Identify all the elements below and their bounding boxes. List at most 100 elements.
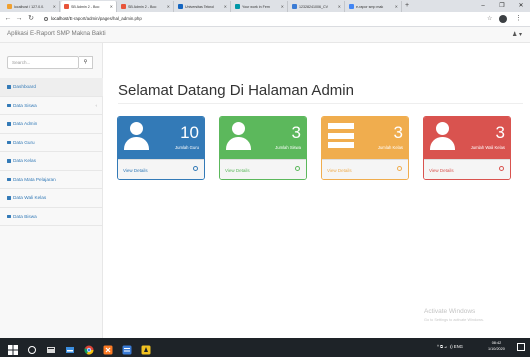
sublime-text-icon[interactable] bbox=[122, 342, 132, 355]
tab-close-icon[interactable]: ✕ bbox=[395, 4, 398, 9]
back-icon[interactable]: ← bbox=[3, 14, 13, 24]
arrow-circle-right-icon bbox=[499, 166, 504, 171]
list-icon bbox=[328, 123, 354, 152]
sidebar-item-label: Data Biswa bbox=[13, 213, 37, 219]
tab-title: localhost / 127.0.0. bbox=[14, 4, 45, 9]
tab-favicon-icon bbox=[235, 4, 240, 9]
users-icon bbox=[7, 122, 11, 126]
sidebar-item-label: Data Mata Pelajaran bbox=[13, 176, 56, 182]
browser-tab[interactable]: 12328241006_CV ✕ bbox=[289, 1, 345, 12]
tab-title: e-rapor smp mak bbox=[356, 4, 384, 9]
system-tray[interactable]: ^ ⧉ ⊿ ◁) ENG bbox=[437, 344, 463, 349]
browser-menu-icon[interactable]: ⋮ bbox=[515, 14, 522, 22]
tab-close-icon[interactable]: ✕ bbox=[110, 4, 113, 9]
tab-favicon-icon bbox=[121, 4, 126, 9]
close-window-button[interactable]: ✕ bbox=[512, 0, 530, 12]
stat-panel-heading: 10 Jumlah Guru bbox=[118, 117, 204, 159]
sidebar-item[interactable]: Data Biswa bbox=[0, 208, 103, 226]
sidebar-item[interactable]: Data Guru bbox=[0, 134, 103, 152]
search-icon[interactable] bbox=[27, 342, 37, 354]
new-tab-button[interactable]: + bbox=[405, 1, 409, 11]
user-menu-icon[interactable]: ♟ ▾ bbox=[512, 31, 522, 38]
users-icon bbox=[7, 140, 11, 144]
sidebar-item-label: Dashboard bbox=[13, 84, 36, 90]
browser-tab[interactable]: SB Admin 2 - Boo ✕ bbox=[118, 1, 174, 12]
tab-close-icon[interactable]: ✕ bbox=[338, 4, 341, 9]
tab-close-icon[interactable]: ✕ bbox=[281, 4, 284, 9]
reload-icon[interactable]: ↻ bbox=[26, 14, 36, 24]
task-view-icon[interactable] bbox=[46, 342, 56, 353]
sidebar: Search... ⚲ Dashboard Data Siswa ‹ Data Adm… bbox=[0, 43, 103, 338]
sidebar-item[interactable]: Data Wali Kelas bbox=[0, 189, 103, 208]
activate-windows-watermark: Activate Windows bbox=[424, 308, 476, 315]
tab-close-icon[interactable]: ✕ bbox=[167, 4, 170, 9]
tab-favicon-icon bbox=[178, 4, 183, 9]
title-divider bbox=[118, 103, 523, 104]
chrome-icon[interactable] bbox=[84, 342, 94, 355]
browser-toolbar: ← → ↻ localhost/E-raport/admin/pages/hal… bbox=[0, 12, 530, 27]
sidebar-item[interactable]: Data Admin bbox=[0, 115, 103, 134]
notification-icon[interactable] bbox=[517, 343, 525, 351]
windows-start-icon[interactable] bbox=[8, 342, 18, 355]
view-details-link[interactable]: View Details bbox=[220, 159, 306, 179]
browser-tab[interactable]: Your work in Fem ✕ bbox=[232, 1, 288, 12]
browser-tab[interactable]: SB Admin 2 - Boo ✕ bbox=[61, 1, 117, 12]
tab-title: 12328241006_CV bbox=[299, 4, 328, 9]
stat-label: Jumlah Kelas bbox=[377, 145, 403, 150]
sidebar-item-label: Data Guru bbox=[13, 139, 35, 145]
browser-tab[interactable]: Universitas Teknol ✕ bbox=[175, 1, 231, 12]
sidebar-item-label: Data Kelas bbox=[13, 158, 36, 164]
url-path: /E-raport/admin/pages/hal_admin.php bbox=[68, 16, 142, 21]
arrow-circle-right-icon bbox=[193, 166, 198, 171]
profile-avatar[interactable] bbox=[499, 15, 507, 23]
sidebar-nav: Dashboard Data Siswa ‹ Data Admin Data Guru D… bbox=[0, 78, 103, 226]
stat-count: 3 bbox=[393, 123, 403, 142]
stat-label: Jumlah Guru bbox=[175, 145, 199, 150]
site-info-icon[interactable] bbox=[44, 16, 48, 21]
browser-tab[interactable]: localhost / 127.0.0. ✕ bbox=[4, 1, 60, 12]
stat-panel: 10 Jumlah Guru View Details bbox=[117, 116, 205, 180]
sidebar-search-input[interactable]: Search... bbox=[7, 56, 79, 69]
sidebar-item[interactable]: Data Siswa ‹ bbox=[0, 97, 103, 115]
tab-close-icon[interactable]: ✕ bbox=[53, 4, 56, 9]
users-icon bbox=[7, 159, 11, 163]
bookmark-star-icon[interactable]: ☆ bbox=[487, 15, 492, 22]
file-explorer-icon[interactable] bbox=[65, 342, 75, 353]
tab-title: Universitas Teknol bbox=[185, 4, 215, 9]
stat-panel-heading: 3 Jumlah Siswa bbox=[220, 117, 306, 159]
stat-count: 3 bbox=[495, 123, 505, 142]
minimize-window-button[interactable]: – bbox=[474, 0, 492, 12]
view-details-link[interactable]: View Details bbox=[322, 159, 408, 179]
maximize-window-button[interactable]: ❐ bbox=[493, 0, 511, 12]
forward-icon[interactable]: → bbox=[14, 14, 24, 24]
stat-panel-heading: 3 Jumlah Wali Kelas bbox=[424, 117, 510, 159]
sidebar-item[interactable]: Dashboard bbox=[0, 78, 103, 97]
expand-arrow-icon[interactable]: ‹ bbox=[96, 103, 98, 108]
sidebar-item[interactable]: Data Kelas bbox=[0, 152, 103, 171]
taskbar-clock[interactable]: 08:42 1/10/2020 bbox=[488, 341, 505, 352]
address-bar[interactable]: localhost/E-raport/admin/pages/hal_admin… bbox=[44, 15, 142, 23]
view-details-label: View Details bbox=[123, 168, 148, 173]
view-details-link[interactable]: View Details bbox=[424, 159, 510, 179]
app-navbar: Aplikasi E-Raport SMP Makna Bakti ♟ ▾ bbox=[0, 27, 530, 43]
page-title: Selamat Datang Di Halaman Admin bbox=[118, 82, 354, 99]
dashboard-icon bbox=[7, 85, 11, 89]
xampp-icon[interactable] bbox=[103, 342, 113, 355]
search-icon[interactable]: ⚲ bbox=[79, 56, 93, 69]
tab-close-icon[interactable]: ✕ bbox=[224, 4, 227, 9]
windows-taskbar: ^ ⧉ ⊿ ◁) ENG 08:42 1/10/2020 bbox=[0, 338, 530, 357]
tab-favicon-icon bbox=[7, 4, 12, 9]
tab-title: Your work in Fem bbox=[242, 4, 270, 9]
view-details-label: View Details bbox=[429, 168, 454, 173]
app-brand[interactable]: Aplikasi E-Raport SMP Makna Bakti bbox=[7, 30, 106, 37]
tab-title: SB Admin 2 - Boo bbox=[71, 4, 100, 9]
sidebar-item[interactable]: Data Mata Pelajaran bbox=[0, 171, 103, 189]
sidebar-item-label: Data Wali Kelas bbox=[13, 195, 47, 201]
browser-tab[interactable]: e-rapor smp mak ✕ bbox=[346, 1, 402, 12]
view-details-link[interactable]: View Details bbox=[118, 159, 204, 179]
tab-favicon-icon bbox=[64, 4, 69, 9]
app-icon[interactable] bbox=[141, 342, 151, 355]
stat-count: 3 bbox=[291, 123, 301, 142]
sidebar-item-label: Data Siswa bbox=[13, 102, 37, 108]
stat-panel: 3 Jumlah Kelas View Details bbox=[321, 116, 409, 180]
